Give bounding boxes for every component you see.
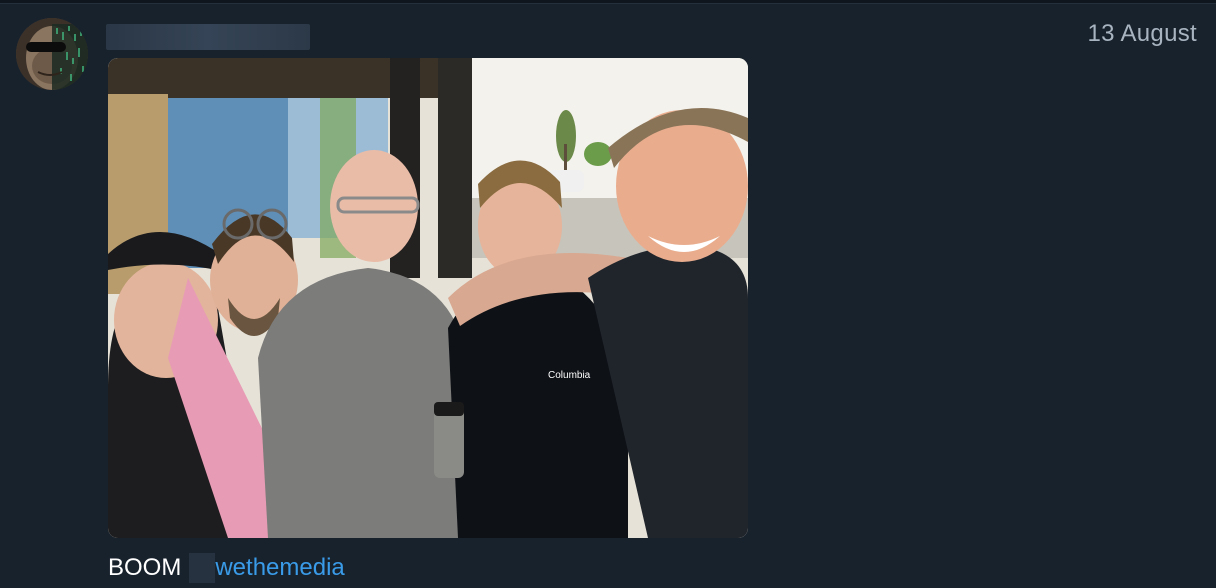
hashtag-link[interactable]: wethemedia <box>215 554 344 582</box>
group-selfie-photo-icon: Columbia <box>108 58 748 538</box>
shirt-logo-text: Columbia <box>548 370 591 381</box>
message-caption: BOOM wethemedia <box>108 553 345 583</box>
hashtag-symbol-redacted <box>189 553 216 583</box>
sender-name-redacted[interactable] <box>106 24 310 50</box>
caption-text: BOOM <box>108 554 182 581</box>
sender-avatar[interactable] <box>16 18 88 90</box>
top-divider <box>0 0 1216 4</box>
message-date: 13 August <box>1087 20 1197 47</box>
message-photo[interactable]: Columbia <box>108 58 748 538</box>
chat-view: 13 August Columbia BOOM wethemedia <box>0 0 1216 588</box>
avatar-image <box>16 18 88 90</box>
